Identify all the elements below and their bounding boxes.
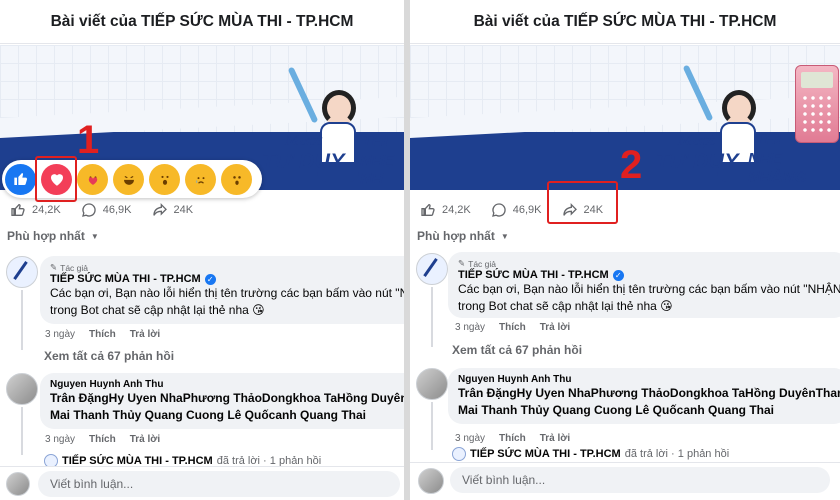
reply-summary-link[interactable]: TIẾP SỨC MÙA THI - TP.HCM đã trả lời · 1 … <box>452 447 729 461</box>
sort-label: Phù hợp nhất <box>417 229 495 243</box>
post-header-title: Bài viết của TIẾP SỨC MÙA THI - TP.HCM <box>410 0 840 44</box>
share-button-highlight <box>547 181 618 224</box>
banner-main-text: TƯ DUY <box>262 150 345 173</box>
like-reaction-icon[interactable] <box>5 163 36 195</box>
comment-time: 3 ngày <box>455 322 486 333</box>
tagged-names-line1[interactable]: Trân ĐặngHy Uyen NhaPhương ThảoDongkhoa … <box>50 390 404 407</box>
post-header-title: Bài viết của TIẾP SỨC MÙA THI - TP.HCM <box>0 0 404 44</box>
verified-badge-icon: ✓ <box>204 273 216 285</box>
comment-text-line2: trong Bot chat sẽ cập nhật lại thẻ nha 😘 <box>458 299 673 313</box>
comment-actions: 3 ngày Thích Trả lời <box>45 329 160 340</box>
sad-reaction-icon[interactable] <box>185 163 216 195</box>
user-avatar[interactable] <box>416 368 448 400</box>
comment-input-bar: Viết bình luận... <box>410 462 840 500</box>
author-avatar[interactable] <box>416 253 448 285</box>
comment-author-name[interactable]: Nguyen Huynh Anh Thu <box>50 379 404 390</box>
calculator-graphic <box>795 65 839 143</box>
banner-thi-text: THI <box>755 131 781 148</box>
surprised-reaction-icon[interactable] <box>221 163 252 195</box>
share-stat[interactable]: 24K <box>152 202 194 218</box>
thumbs-up-icon <box>421 203 435 216</box>
comment-icon <box>81 203 96 217</box>
tagged-names-line2[interactable]: Mai Thanh Thủy Quang Cuong Lê Quốcanh Qu… <box>50 407 404 424</box>
like-count: 24,2K <box>32 204 61 216</box>
like-comment-button[interactable]: Thích <box>499 322 526 333</box>
reply-comment-button[interactable]: Trả lời <box>540 322 570 333</box>
comment-stat[interactable]: 46,9K <box>491 202 542 218</box>
author-avatar[interactable] <box>6 256 38 288</box>
like-comment-button[interactable]: Thích <box>499 433 526 444</box>
comment-actions: 3 ngày Thích Trả lời <box>455 322 570 333</box>
chevron-down-icon: ▼ <box>90 231 99 241</box>
pencil-icon: ✎ <box>458 258 466 268</box>
comment-time: 3 ngày <box>45 329 76 340</box>
comment-author-name[interactable]: TIẾP SỨC MÙA THI - TP.HCM ✓ <box>458 269 838 281</box>
like-comment-button[interactable]: Thích <box>89 329 116 340</box>
author-tag: ✎ Tác giả <box>50 262 88 273</box>
comment-text-line1: Các bạn ơi, Bạn nào lỗi hiển thị tên trư… <box>458 282 840 296</box>
banner-thi-text: THI <box>362 133 388 150</box>
care-reaction-icon[interactable] <box>77 163 108 195</box>
post-stats-bar: 24,2K 46,9K 24K <box>0 196 404 224</box>
share-icon <box>152 203 167 216</box>
verified-badge-icon: ✓ <box>612 269 624 281</box>
right-screenshot-panel: Bài viết của TIẾP SỨC MÙA THI - TP.HCM M… <box>410 0 840 500</box>
comment-bubble: Nguyen Huynh Anh Thu Trân ĐặngHy Uyen Nh… <box>448 368 840 424</box>
comment-icon <box>491 203 506 217</box>
step-marker-1: 1 <box>77 118 100 162</box>
step-marker-2: 2 <box>620 143 643 187</box>
banner-script-text: Mượt <box>285 133 323 149</box>
comment-bubble: ✎ Tác giả TIẾP SỨC MÙA THI - TP.HCM ✓ Các … <box>448 252 840 318</box>
thumbs-up-icon <box>11 203 25 216</box>
like-comment-button[interactable]: Thích <box>89 434 116 445</box>
like-stat[interactable]: 24,2K <box>420 202 471 218</box>
reply-comment-button[interactable]: Trả lời <box>130 329 160 340</box>
comment-input-bar: Viết bình luận... <box>0 466 404 500</box>
sort-dropdown[interactable]: Phù hợp nhất ▼ <box>417 229 509 243</box>
comment-count: 46,9K <box>512 204 542 216</box>
current-user-avatar <box>418 468 444 494</box>
banner-sub-text: NHẸ NHÀNG <box>748 151 807 186</box>
pencil-icon: ✎ <box>50 262 58 272</box>
comment-time: 3 ngày <box>455 433 486 444</box>
sort-label: Phù hợp nhất <box>7 229 85 243</box>
author-tag: ✎ Tác giả <box>458 258 496 269</box>
haha-reaction-icon[interactable] <box>113 163 144 195</box>
sort-dropdown[interactable]: Phù hợp nhất ▼ <box>7 229 99 243</box>
view-all-replies-link[interactable]: Xem tất cả 67 phản hồi <box>452 343 582 357</box>
comment-author-name[interactable]: TIẾP SỨC MÙA THI - TP.HCM ✓ <box>50 273 404 285</box>
reply-comment-button[interactable]: Trả lời <box>540 433 570 444</box>
like-count: 24,2K <box>442 204 471 216</box>
comment-bubble: Nguyen Huynh Anh Thu Trân ĐặngHy Uyen Nh… <box>40 373 404 429</box>
chevron-down-icon: ▼ <box>500 231 509 241</box>
comment-text-line2: trong Bot chat sẽ cập nhật lại thẻ nha 😘 <box>50 303 265 317</box>
banner-script-text: Mượt <box>678 133 716 149</box>
comment-actions: 3 ngày Thích Trả lời <box>45 434 160 445</box>
comment-bubble: ✎ Tác giả TIẾP SỨC MÙA THI - TP.HCM ✓ Các … <box>40 256 404 324</box>
reply-author-avatar <box>452 447 466 461</box>
tagged-names-line1[interactable]: Trân ĐặngHy Uyen NhaPhương ThảoDongkhoa … <box>458 385 840 402</box>
share-count: 24K <box>173 204 194 216</box>
comment-actions: 3 ngày Thích Trả lời <box>455 433 570 444</box>
banner-main-text: TƯ DUY <box>656 150 739 173</box>
comment-time: 3 ngày <box>45 434 76 445</box>
comment-author-name[interactable]: Nguyen Huynh Anh Thu <box>458 374 838 385</box>
current-user-avatar <box>6 472 30 496</box>
user-avatar[interactable] <box>6 373 38 405</box>
view-all-replies-link[interactable]: Xem tất cả 67 phản hồi <box>44 349 174 363</box>
comment-text-line1: Các bạn ơi, Bạn nào lỗi hiển thị tên trư… <box>50 286 404 300</box>
post-stats-bar: 24,2K 46,9K 24K <box>410 196 840 224</box>
like-stat[interactable]: 24,2K <box>10 202 61 218</box>
wow-reaction-icon[interactable] <box>149 163 180 195</box>
comment-count: 46,9K <box>102 204 132 216</box>
banner-sub-text: NHẸ NH <box>360 153 394 188</box>
reply-comment-button[interactable]: Trả lời <box>130 434 160 445</box>
comment-stat[interactable]: 46,9K <box>81 202 132 218</box>
comment-input[interactable]: Viết bình luận... <box>38 471 400 497</box>
left-screenshot-panel: Bài viết của TIẾP SỨC MÙA THI - TP.HCM M… <box>0 0 404 500</box>
tagged-names-line2[interactable]: Mai Thanh Thủy Quang Cuong Lê Quốcanh Qu… <box>458 402 838 419</box>
comment-input[interactable]: Viết bình luận... <box>450 467 830 493</box>
